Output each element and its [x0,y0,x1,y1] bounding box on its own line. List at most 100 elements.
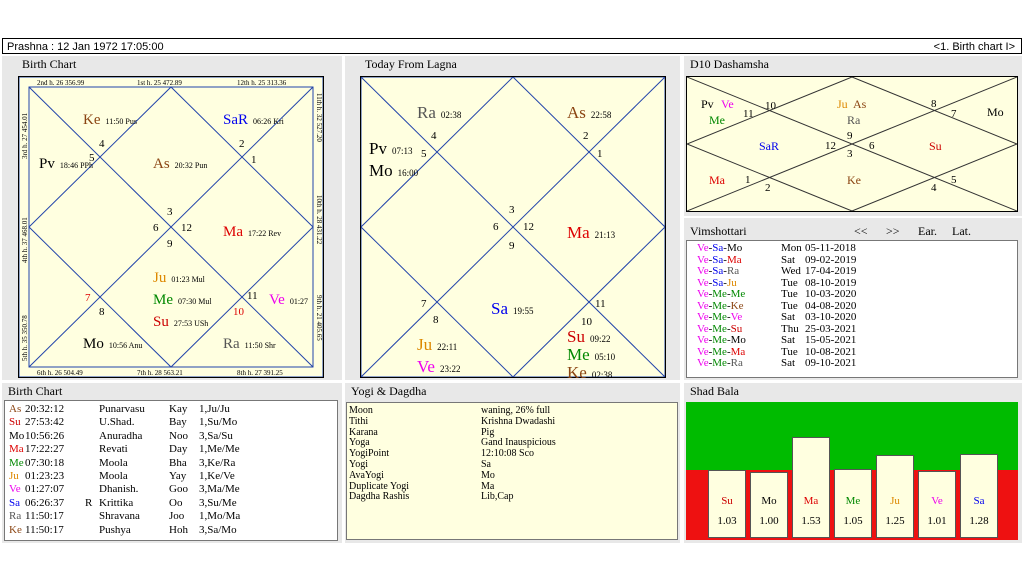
next-dasha-button[interactable]: >> [886,224,900,239]
planet-degree: 23:22 [439,364,461,374]
d10-planet-me[interactable]: Me [709,113,725,128]
dasha-date: 04-08-2020 [805,299,857,312]
cell-nak: Dhanish. [99,483,139,496]
cell-lord: 1,Ke/Ve [199,470,235,482]
planet-sar[interactable]: SaR 06:26 Kri [223,111,284,129]
shad-bala-value: 1.05 [843,515,863,527]
d10-planet-as[interactable]: As [853,97,866,112]
birth-table-row[interactable]: As 20:32:12 Punarvasu Kay 1,Ju/Ju [9,403,329,416]
cell-nak: Moola [99,456,128,469]
planet-ra[interactable]: Ra 11:50 Shr [223,335,276,353]
cell-planet: Ma [9,443,24,456]
birth-table-row[interactable]: Ma 17:22:27 Revati Day 1,Me/Me [9,443,329,456]
sign-number: 12 [825,140,836,152]
later-button[interactable]: Lat. [952,224,971,239]
d10-planet-sar[interactable]: SaR [759,139,779,154]
birth-table-row[interactable]: Sa 06:26:37 R Krittika Oo 3,Su/Me [9,497,329,510]
birth-table-row[interactable]: Ke 11:50:17 Pushya Hoh 3,Sa/Mo [9,524,329,537]
birth-table-row[interactable]: Ju 01:23:23 Moola Yay 1,Ke/Ve [9,470,329,483]
prev-dasha-button[interactable]: << [854,224,868,239]
dasha-row[interactable]: Ve-Me-Ma Tue 10-08-2021 [697,346,856,358]
yogi-value: Krishna Dwadashi [481,415,556,427]
planet-name: Ra [417,103,436,122]
earlier-button[interactable]: Ear. [918,224,937,239]
dasha-planet: Sa [712,265,724,277]
planet-name: Ra [223,336,240,352]
planet-ju[interactable]: Ju 01:23 Mul [153,269,205,287]
planet-as[interactable]: As 20:32 Pun [153,155,207,173]
d10-planet-ra[interactable]: Ra [847,113,860,128]
d10-planet-ju[interactable]: Ju [837,97,848,112]
sign-number: 9 [847,130,853,142]
planet-ke[interactable]: Ke 02:38 [567,363,612,383]
house-label-9: 9th h. 21 405.65 [315,295,323,341]
planet-sa[interactable]: Sa 19:55 [491,299,534,319]
planet-name: SaR [223,112,249,128]
planet-me[interactable]: Me 05:10 [567,345,615,365]
dasha-row[interactable]: Ve-Sa-Ju Tue 08-10-2019 [697,276,856,289]
planet-ve[interactable]: Ve 23:22 [417,357,460,377]
dasha-row[interactable]: Ve-Sa-Mo Mon 05-11-2018 [697,243,856,254]
sign-number: 1 [597,148,603,160]
house-label-11: 11th h. 32 527.20 [315,93,323,142]
dasha-row[interactable]: Ve-Me-Ke Tue 04-08-2020 [697,300,856,312]
planet-degree: 22:11 [437,342,458,352]
planet-mo[interactable]: Mo 10:56 Anu [83,335,142,353]
cell-deg: 06:26:37 [25,496,65,509]
cell-deg: 11:50:17 [25,510,64,523]
today-lagna-chart[interactable]: 4 5 2 1 3 6 12 9 8 7 11 10 Ra 02:38 As 22:5… [360,76,666,382]
cell-planet: As [9,403,22,415]
planet-su[interactable]: Su 27:53 USh [153,313,208,331]
birth-table-row[interactable]: Ra 11:50:17 Shravana Joo 1,Mo/Ma [9,510,329,523]
planet-su[interactable]: Su 09:22 [567,327,610,347]
sign-number: 2 [583,130,589,142]
dasha-row[interactable]: Ve-Me-Su Thu 25-03-2021 [697,323,856,335]
yogi-key: Yogi [349,459,368,470]
planet-mo[interactable]: Mo 16:00 [369,161,418,181]
dasha-row[interactable]: Ve-Sa-Ma Sat 09-02-2019 [697,254,856,266]
chart-selector[interactable]: <1. Birth chart I> [934,39,1015,55]
dasha-planet: Sa [712,276,724,289]
dasha-planet: Mo [730,334,746,346]
birth-table-row[interactable]: Ve 01:27:07 Dhanish. Goo 3,Ma/Me [9,483,329,496]
dasha-day: Sat [781,357,796,369]
prashna-info: Prashna : 12 Jan 1972 17:05:00 [7,41,164,53]
d10-chart[interactable]: 10 11 8 7 12 9 3 6 1 2 4 5 Pv Ve Me Ju As Ra M… [686,76,1018,212]
planet-pv[interactable]: Pv 07:13 [369,139,412,159]
planet-as[interactable]: As 22:58 [567,103,611,123]
birth-table-row[interactable]: Su 27:53:42 U.Shad. Bay 1,Su/Mo [9,416,329,429]
d10-planet-mo[interactable]: Mo [987,105,1004,120]
planet-ma[interactable]: Ma 17:22 Rev [223,223,281,241]
sign-number: 11 [595,298,606,310]
dasha-row[interactable]: Ve-Sa-Ra Wed 17-04-2019 [697,265,856,277]
birth-chart[interactable]: 2nd h. 26 356.99 1st h. 25 472.89 12th h… [18,76,324,378]
sign-number: 12 [181,222,192,234]
cell-pada: Hoh [169,523,188,536]
birth-table-row[interactable]: Me 07:30:18 Moola Bha 3,Ke/Ra [9,457,329,470]
cell-lord: 1,Ju/Ju [199,403,230,415]
planet-ju[interactable]: Ju 22:11 [417,335,457,355]
dasha-row[interactable]: Ve-Me-Mo Sat 15-05-2021 [697,334,856,346]
yogi-value: Ma [481,480,495,492]
planet-ra[interactable]: Ra 02:38 [417,103,461,123]
cell-deg: 01:27:07 [25,483,65,496]
dasha-date: 08-10-2019 [805,276,857,289]
d10-planet-pv[interactable]: Pv [701,97,714,112]
d10-planet-ke[interactable]: Ke [847,173,861,188]
dasha-row[interactable]: Ve-Me-Me Tue 10-03-2020 [697,289,856,300]
planet-ma[interactable]: Ma 21:13 [567,223,615,243]
planet-ve[interactable]: Ve 01:27 [269,291,308,309]
d10-planet-ve[interactable]: Ve [721,97,734,112]
planet-name: Ma [223,224,243,240]
planet-name: Su [153,314,169,330]
dasha-row[interactable]: Ve-Me-Ra Sat 09-10-2021 [697,358,856,369]
planet-pv[interactable]: Pv 18:46 PPh [39,155,93,173]
d10-planet-su[interactable]: Su [929,139,942,154]
planet-me[interactable]: Me 07:30 Mul [153,291,212,309]
planet-degree: 11:50 Pus [105,117,138,126]
birth-table-row[interactable]: Mo 10:56:26 Anuradha Noo 3,Sa/Su [9,430,329,443]
dasha-row[interactable]: Ve-Me-Ve Sat 03-10-2020 [697,312,856,323]
sign-number: 9 [509,240,515,252]
d10-planet-ma[interactable]: Ma [709,173,725,188]
planet-ke[interactable]: Ke 11:50 Pus [83,111,137,129]
